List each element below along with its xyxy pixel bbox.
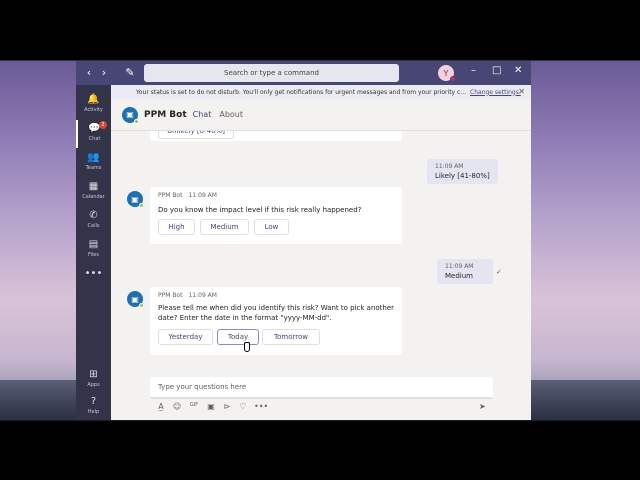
option-medium-button[interactable]: Medium — [200, 219, 249, 235]
message-time: 11:09 AM — [445, 263, 474, 270]
option-high-button[interactable]: High — [158, 219, 195, 235]
apps-icon: ⊞ — [89, 369, 98, 380]
online-status-icon — [139, 203, 144, 208]
sent-message: 11:09 AM Likely [41-80%] — [427, 159, 498, 184]
message-text: Medium — [445, 272, 473, 280]
option-button[interactable]: Unlikely [0-40%] — [158, 131, 234, 139]
forward-button[interactable]: › — [96, 66, 112, 79]
chat-title: PPM Bot — [144, 109, 187, 120]
message-meta: PPM Bot 11:09 AM — [158, 192, 217, 199]
sticker-icon[interactable]: ▣ — [206, 402, 216, 411]
sender-name: PPM Bot — [158, 292, 183, 299]
bot-avatar-icon: ▣ — [122, 106, 139, 124]
message-time: 11:09 AM — [188, 192, 217, 199]
close-button[interactable]: ✕ — [514, 65, 522, 76]
rail-label: Activity — [84, 107, 103, 113]
praise-icon[interactable]: ♡ — [238, 402, 248, 411]
avatar-initial: Y — [443, 68, 449, 78]
message-text: Do you know the impact level if this ris… — [158, 206, 362, 214]
compose-toolbar: A̲ ☺ GIF ▣ ⊳ ♡ ••• — [156, 402, 268, 411]
rail-item-chat[interactable]: 💬 Chat 2 — [76, 120, 111, 148]
online-status-icon — [134, 118, 139, 124]
message-text-line-1: Please tell me when did you identify thi… — [158, 304, 395, 312]
bell-icon: 🔔 — [87, 94, 100, 105]
app-rail: 🔔 Activity 💬 Chat 2 👥 Teams ▦ Calendar ✆… — [76, 85, 111, 420]
calendar-icon: ▦ — [88, 181, 99, 192]
message-time: 11:09 AM — [435, 163, 464, 170]
rail-label: Files — [88, 252, 99, 258]
seen-check-icon: ✓ — [496, 268, 502, 276]
compose-input[interactable]: Type your questions here — [150, 377, 493, 399]
message-text: Likely [41-80%] — [435, 172, 490, 180]
option-today-button[interactable]: Today — [217, 329, 259, 345]
title-bar: ‹ › ✎ Search or type a command Y – □ ✕ — [76, 61, 531, 85]
back-button[interactable]: ‹ — [81, 66, 97, 79]
maximize-button[interactable]: □ — [492, 65, 501, 76]
banner-text: Your status is set to do not disturb. Yo… — [136, 88, 467, 96]
minimize-button[interactable]: – — [471, 65, 476, 76]
help-icon: ? — [90, 396, 97, 407]
tab-chat[interactable]: Chat — [193, 110, 212, 119]
option-yesterday-button[interactable]: Yesterday — [158, 329, 213, 345]
search-placeholder: Search or type a command — [224, 69, 319, 77]
message-time: 11:09 AM — [188, 292, 217, 299]
dnd-status-icon — [450, 76, 456, 82]
bot-card-previous: Unlikely [0-40%] — [150, 131, 402, 141]
option-tomorrow-button[interactable]: Tomorrow — [262, 329, 320, 345]
option-low-button[interactable]: Low — [254, 219, 289, 235]
rail-label: Calls — [87, 223, 100, 229]
avatar[interactable]: Y — [438, 65, 456, 82]
sent-message: 11:09 AM Medium — [437, 259, 493, 284]
rail-label: Calendar — [82, 194, 105, 200]
rail-label: Apps — [87, 382, 100, 388]
meet-now-icon[interactable]: ⊳ — [222, 402, 232, 411]
files-icon: ▤ — [88, 239, 99, 250]
gif-icon[interactable]: GIF — [188, 402, 200, 411]
chat-badge: 2 — [99, 121, 107, 129]
teams-window: ‹ › ✎ Search or type a command Y – □ ✕ Y… — [76, 61, 531, 420]
rail-item-apps[interactable]: ⊞ Apps — [76, 366, 111, 394]
rail-item-files[interactable]: ▤ Files — [76, 236, 111, 264]
teams-icon: 👥 — [87, 152, 100, 163]
bot-message-card: PPM Bot 11:09 AM Do you know the impact l… — [150, 187, 402, 244]
message-text-line-2: date? Enter the date in the format "yyyy… — [158, 314, 332, 322]
bot-avatar-icon: ▣ — [127, 291, 144, 308]
more-options-icon[interactable]: ••• — [254, 402, 268, 411]
tab-about[interactable]: About — [219, 110, 243, 119]
format-icon[interactable]: A̲ — [156, 402, 166, 411]
online-status-icon — [139, 303, 144, 308]
more-icon: ••• — [84, 268, 103, 279]
emoji-icon[interactable]: ☺ — [172, 402, 182, 411]
send-icon[interactable]: ➤ — [479, 402, 486, 411]
rail-item-teams[interactable]: 👥 Teams — [76, 149, 111, 177]
rail-label: Teams — [85, 165, 102, 171]
rail-item-calendar[interactable]: ▦ Calendar — [76, 178, 111, 206]
rail-item-help[interactable]: ? Help — [76, 393, 111, 420]
rail-item-more[interactable]: ••• — [76, 265, 111, 293]
dnd-banner: Your status is set to do not disturb. Yo… — [76, 85, 531, 99]
message-meta: PPM Bot 11:09 AM — [158, 292, 217, 299]
change-settings-link[interactable]: Change settings. — [470, 89, 521, 96]
bot-avatar-icon: ▣ — [127, 191, 144, 208]
message-list[interactable]: Unlikely [0-40%] 11:09 AM Likely [41-80%… — [111, 131, 531, 376]
chat-header: ▣ PPM Bot Chat About — [111, 99, 531, 131]
rail-label: Chat — [88, 136, 101, 142]
banner-close-icon[interactable]: ✕ — [518, 87, 525, 96]
phone-icon: ✆ — [89, 210, 98, 221]
rail-item-calls[interactable]: ✆ Calls — [76, 207, 111, 235]
search-input[interactable]: Search or type a command — [144, 64, 399, 82]
sender-name: PPM Bot — [158, 192, 183, 199]
compose-placeholder: Type your questions here — [158, 383, 247, 391]
rail-item-activity[interactable]: 🔔 Activity — [76, 91, 111, 119]
rail-label: Help — [87, 409, 100, 415]
bot-message-card: PPM Bot 11:09 AM Please tell me when did … — [150, 287, 402, 355]
mouse-pointer-icon — [244, 342, 250, 352]
new-chat-icon[interactable]: ✎ — [122, 66, 138, 79]
